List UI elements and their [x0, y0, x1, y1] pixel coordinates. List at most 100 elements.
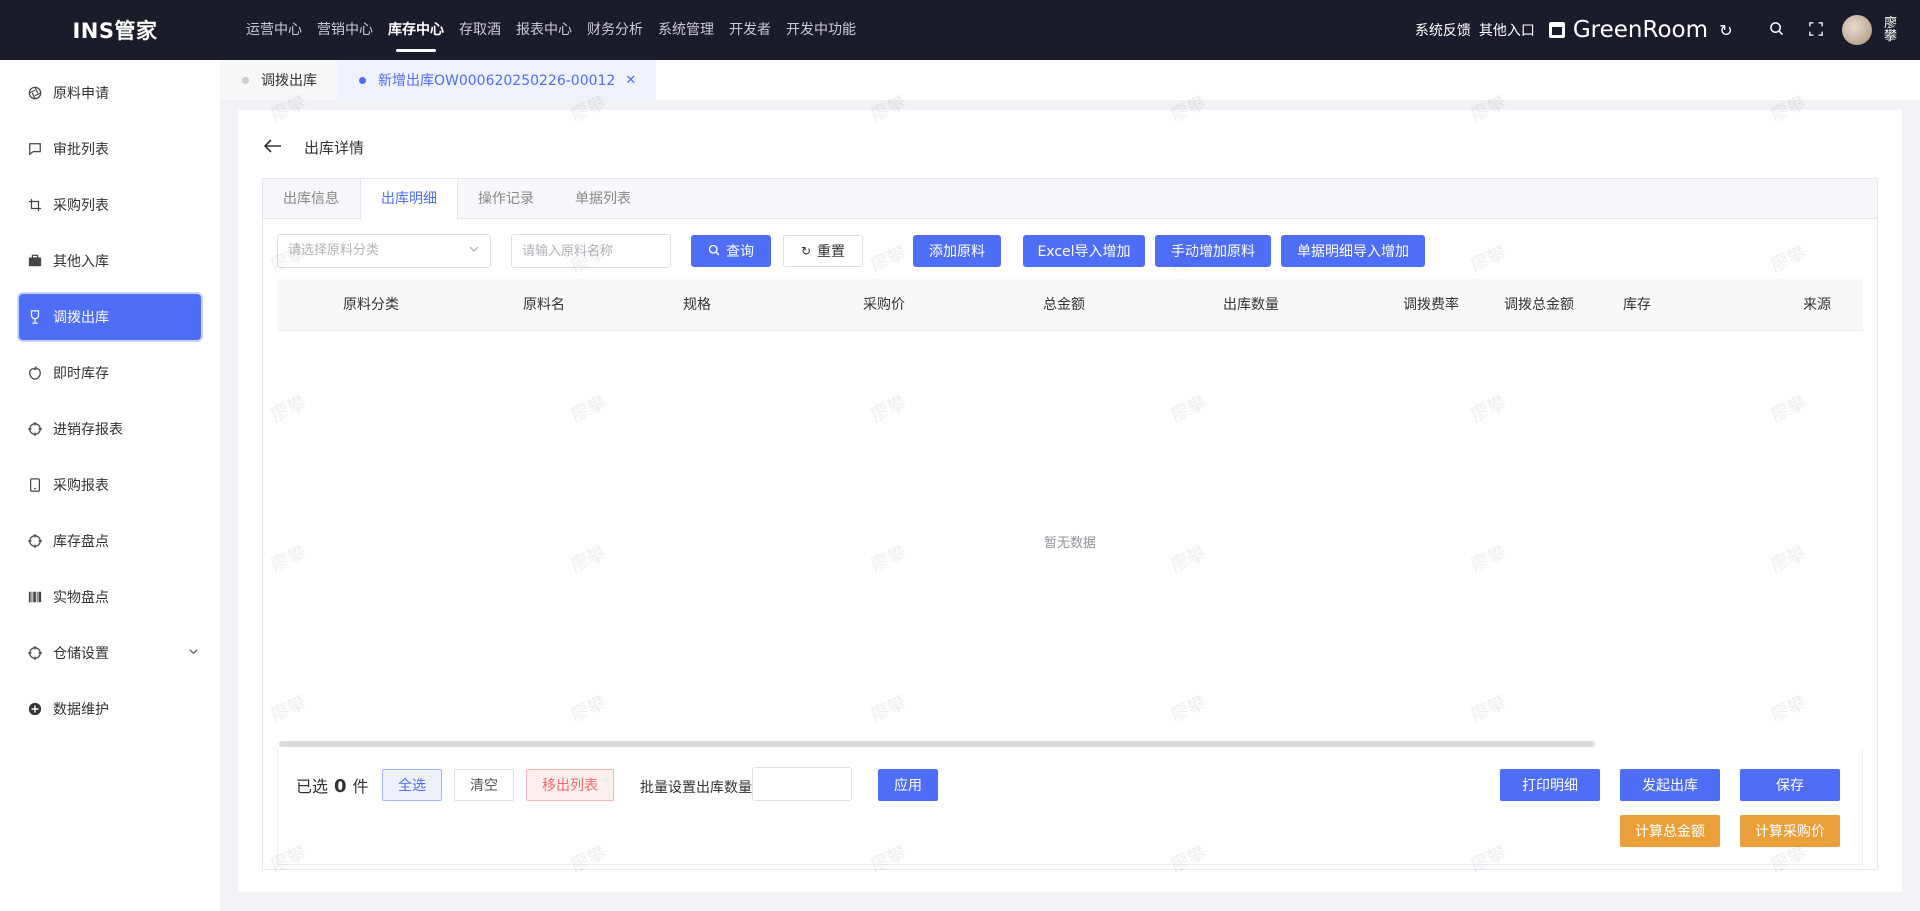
- other-entry-link[interactable]: 其他入口: [1479, 20, 1535, 40]
- sidebar-item-label: 调拨出库: [53, 310, 109, 326]
- apply-button[interactable]: 应用: [878, 769, 938, 801]
- fullscreen-icon[interactable]: [1796, 21, 1836, 40]
- tablet-icon: [27, 477, 43, 493]
- sidebar-item-stock-count[interactable]: 库存盘点: [19, 518, 201, 564]
- selected-prefix: 已选: [296, 777, 329, 796]
- tab-document-list[interactable]: 单据列表: [555, 179, 652, 219]
- target-icon: [27, 533, 43, 549]
- column-header: 出库数量: [1223, 297, 1279, 313]
- crop-icon: [27, 197, 43, 213]
- trophy-icon: [27, 309, 43, 325]
- barcode-icon: [27, 589, 43, 605]
- sidebar-item-label: 原料申请: [53, 86, 109, 102]
- feedback-link[interactable]: 系统反馈: [1415, 20, 1471, 40]
- add-material-button[interactable]: 添加原料: [913, 235, 1001, 267]
- avatar[interactable]: [1842, 15, 1872, 45]
- clear-button[interactable]: 清空: [454, 769, 514, 801]
- column-header: 调拨费率: [1403, 297, 1459, 313]
- sidebar-item-label: 库存盘点: [53, 534, 109, 550]
- sidebar-item-other-inbound[interactable]: 其他入库: [19, 238, 201, 284]
- chevron-down-icon[interactable]: [188, 646, 199, 660]
- selected-count: 已选 0 件: [296, 773, 369, 797]
- target-icon: [27, 421, 43, 437]
- empty-state: 暂无数据: [1043, 535, 1096, 551]
- sidebar-item-inventory-report[interactable]: 进销存报表: [19, 406, 201, 452]
- page-tab-new-outbound[interactable]: 新增出库OW000620250226-00012 ✕: [337, 60, 657, 100]
- briefcase-icon: [27, 253, 43, 269]
- sidebar-item-material-request[interactable]: 原料申请: [19, 70, 201, 116]
- nav-item-wine-storage[interactable]: 存取酒: [459, 0, 501, 60]
- nav-item-system[interactable]: 系统管理: [658, 0, 714, 60]
- excel-import-button[interactable]: Excel导入增加: [1023, 235, 1145, 267]
- message-icon: [27, 141, 43, 157]
- back-arrow-icon[interactable]: [263, 137, 282, 158]
- detail-panel: 出库信息 出库明细 操作记录 单据列表 请选择原料分类 查询 ↻ 重置 添加原料: [262, 178, 1878, 870]
- nav-item-operations[interactable]: 运营中心: [246, 0, 302, 60]
- sidebar-item-label: 采购报表: [53, 478, 109, 494]
- nav-item-inventory[interactable]: 库存中心: [388, 0, 444, 60]
- column-header: 调拨总金额: [1504, 297, 1574, 313]
- select-all-button[interactable]: 全选: [382, 769, 442, 801]
- search-icon: [708, 244, 720, 259]
- column-header: 总金额: [1043, 297, 1085, 313]
- batch-quantity-input[interactable]: [752, 767, 852, 801]
- sidebar-item-data-maintenance[interactable]: 数据维护: [19, 686, 201, 732]
- sidebar-item-transfer-outbound[interactable]: 调拨出库: [19, 294, 201, 340]
- sidebar: 原料申请 审批列表 采购列表 其他入库 调拨出库 即时库存 进销存报表 采购报表…: [0, 60, 220, 911]
- material-name-input[interactable]: [511, 234, 671, 268]
- column-header: 来源: [1803, 297, 1831, 313]
- sidebar-item-label: 其他入库: [53, 254, 109, 270]
- sidebar-item-label: 数据维护: [53, 702, 109, 718]
- save-button[interactable]: 保存: [1740, 769, 1840, 801]
- tab-outbound-info[interactable]: 出库信息: [263, 179, 360, 219]
- nav-item-finance[interactable]: 财务分析: [587, 0, 643, 60]
- search-button[interactable]: 查询: [691, 235, 771, 267]
- sidebar-item-purchase-report[interactable]: 采购报表: [19, 462, 201, 508]
- search-icon[interactable]: [1756, 21, 1796, 40]
- store-switcher[interactable]: GreenRoom: [1548, 17, 1708, 43]
- top-nav: 运营中心 营销中心 库存中心 存取酒 报表中心 财务分析 系统管理 开发者 开发…: [246, 0, 871, 60]
- batch-quantity-label: 批量设置出库数量: [640, 780, 752, 796]
- submit-outbound-button[interactable]: 发起出库: [1620, 769, 1720, 801]
- close-icon[interactable]: ✕: [625, 73, 636, 88]
- refresh-icon[interactable]: ↻: [1718, 21, 1734, 40]
- selected-number: 0: [334, 776, 347, 797]
- sidebar-item-realtime-stock[interactable]: 即时库存: [19, 350, 201, 396]
- page-tab-label: 新增出库OW000620250226-00012: [378, 73, 616, 89]
- user-name[interactable]: 廖攀: [1884, 17, 1898, 43]
- calc-price-button[interactable]: 计算采购价: [1740, 815, 1840, 847]
- app-logo[interactable]: INS管家: [0, 15, 230, 45]
- calc-total-button[interactable]: 计算总金额: [1620, 815, 1720, 847]
- detail-import-button[interactable]: 单据明细导入增加: [1281, 235, 1425, 267]
- column-header: 采购价: [863, 297, 905, 313]
- reset-button[interactable]: ↻ 重置: [783, 235, 863, 267]
- store-icon: [1548, 22, 1565, 38]
- nav-item-reports[interactable]: 报表中心: [516, 0, 572, 60]
- column-header: 规格: [683, 297, 711, 313]
- store-name: GreenRoom: [1572, 17, 1708, 43]
- sidebar-item-warehouse-settings[interactable]: 仓储设置: [19, 630, 201, 676]
- remove-from-list-button[interactable]: 移出列表: [526, 769, 614, 801]
- search-button-label: 查询: [726, 244, 754, 260]
- page-header: 出库详情: [263, 137, 364, 158]
- nav-item-developer[interactable]: 开发者: [729, 0, 771, 60]
- sidebar-item-purchase-list[interactable]: 采购列表: [19, 182, 201, 228]
- sidebar-item-approval-list[interactable]: 审批列表: [19, 126, 201, 172]
- manual-add-button[interactable]: 手动增加原料: [1155, 235, 1271, 267]
- table-header: 原料分类 原料名 规格 采购价 总金额 出库数量 调拨费率 调拨总金额 库存 来…: [277, 279, 1863, 331]
- category-select[interactable]: 请选择原料分类: [277, 234, 491, 268]
- column-header: 原料分类: [343, 297, 399, 313]
- nav-item-dev-features[interactable]: 开发中功能: [786, 0, 856, 60]
- tab-outbound-detail[interactable]: 出库明细: [360, 179, 458, 220]
- plus-circle-icon: [27, 701, 43, 717]
- tab-operation-log[interactable]: 操作记录: [458, 179, 555, 219]
- column-header: 库存: [1623, 297, 1651, 313]
- inner-tabs: 出库信息 出库明细 操作记录 单据列表: [263, 179, 1877, 220]
- table-footer: 已选 0 件 全选 清空 移出列表 批量设置出库数量 应用 打印明细 发起出库 …: [277, 747, 1863, 865]
- nav-item-marketing[interactable]: 营销中心: [317, 0, 373, 60]
- page-tab-transfer-outbound[interactable]: 调拨出库: [220, 60, 337, 100]
- sidebar-item-label: 审批列表: [53, 142, 109, 158]
- page-tab-label: 调拨出库: [261, 73, 317, 89]
- sidebar-item-physical-count[interactable]: 实物盘点: [19, 574, 201, 620]
- print-detail-button[interactable]: 打印明细: [1500, 769, 1600, 801]
